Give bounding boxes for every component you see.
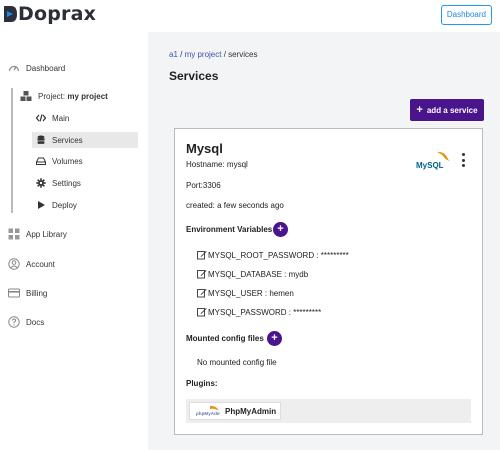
plugin-label: PhpMyAdmin xyxy=(225,406,277,416)
doprax-logo-mark xyxy=(4,4,17,24)
project-name: my project xyxy=(67,91,108,101)
more-options-icon[interactable] xyxy=(460,153,466,167)
sidebar-item-services[interactable]: Services xyxy=(32,132,138,148)
sidebar-item-main[interactable]: Main xyxy=(32,110,138,126)
service-created: created: a few seconds ago xyxy=(186,201,284,210)
plugin-phpmyadmin[interactable]: phpMyAdmin PhpMyAdmin xyxy=(189,402,281,420)
sidebar-item-docs[interactable]: Docs xyxy=(8,314,44,330)
sidebar-item-app-library[interactable]: App Library xyxy=(8,226,67,242)
project-prefix: Project: xyxy=(38,91,66,101)
phpmyadmin-logo-text: phpMyAdmin xyxy=(196,411,220,416)
grid-icon xyxy=(8,228,20,240)
env-var-item[interactable]: MYSQL_PASSWORD : ********* xyxy=(197,307,321,317)
env-var-item[interactable]: MYSQL_ROOT_PASSWORD : ********* xyxy=(197,250,349,260)
breadcrumb-link-project[interactable]: my project xyxy=(185,50,222,59)
mysql-logo-text: MySQL xyxy=(416,161,444,170)
help-circle-icon xyxy=(8,316,20,328)
service-name: Mysql xyxy=(186,141,223,156)
sidebar-item-volumes[interactable]: Volumes xyxy=(32,153,138,169)
sidebar-item-billing[interactable]: Billing xyxy=(8,285,47,301)
add-mounted-file-button[interactable]: + xyxy=(267,331,282,346)
edit-icon xyxy=(197,289,207,298)
brand-name: Doprax xyxy=(18,3,97,25)
sidebar-item-label: Dashboard xyxy=(26,63,66,73)
add-service-button[interactable]: + add a service xyxy=(410,99,484,121)
sidebar: Dashboard Project: my project Main Servi… xyxy=(0,32,148,450)
edit-icon xyxy=(197,270,207,279)
dashboard-button[interactable]: Dashboard xyxy=(440,5,492,25)
env-var-text: MYSQL_ROOT_PASSWORD : ********* xyxy=(208,250,349,260)
sidebar-item-label: Docs xyxy=(26,317,45,327)
user-circle-icon xyxy=(8,258,20,270)
env-var-text: MYSQL_DATABASE : mydb xyxy=(208,269,309,279)
breadcrumb-link-a1[interactable]: a1 xyxy=(169,50,178,59)
code-icon xyxy=(36,113,46,123)
gear-icon xyxy=(36,178,46,188)
mounted-files-title: Mounted config files xyxy=(186,334,264,343)
speedometer-icon xyxy=(8,62,20,74)
cubes-icon xyxy=(20,90,32,102)
service-port: Port:3306 xyxy=(186,181,221,190)
project-tree-line xyxy=(11,88,13,213)
edit-icon xyxy=(197,251,207,260)
env-var-text: MYSQL_PASSWORD : ********* xyxy=(208,307,322,317)
drive-icon xyxy=(36,156,46,166)
plugins-title: Plugins: xyxy=(186,379,218,388)
main-content: a1 / my project / services Services + ad… xyxy=(148,32,500,450)
no-mounted-file-text: No mounted config file xyxy=(197,358,277,367)
sidebar-item-label: App Library xyxy=(26,229,67,239)
sidebar-item-deploy[interactable]: Deploy xyxy=(32,197,138,213)
sidebar-item-settings[interactable]: Settings xyxy=(32,175,138,191)
edit-icon xyxy=(197,308,207,317)
mysql-logo: MySQL xyxy=(415,149,451,171)
play-icon xyxy=(36,200,46,210)
breadcrumb-current: services xyxy=(228,50,258,59)
add-env-var-button[interactable]: + xyxy=(273,222,288,237)
sidebar-item-label: Settings xyxy=(52,178,81,188)
env-vars-title: Environment Variables xyxy=(186,225,273,234)
env-var-item[interactable]: MYSQL_DATABASE : mydb xyxy=(197,269,308,279)
breadcrumb: a1 / my project / services xyxy=(169,50,258,59)
env-var-text: MYSQL_USER : hemen xyxy=(208,288,294,298)
sidebar-item-label: Deploy xyxy=(52,200,77,210)
sidebar-item-label: Volumes xyxy=(52,156,83,166)
sidebar-item-dashboard[interactable]: Dashboard xyxy=(8,60,65,76)
service-card: Mysql Hostname: mysql Port:3306 created:… xyxy=(174,128,483,435)
doprax-logo[interactable]: Doprax xyxy=(4,3,96,25)
service-hostname: Hostname: mysql xyxy=(186,160,248,169)
sidebar-project[interactable]: Project: my project xyxy=(20,88,108,104)
top-bar: Doprax Dashboard xyxy=(0,0,500,32)
sidebar-item-label: Main xyxy=(52,113,70,123)
plus-icon: + xyxy=(416,103,423,116)
add-service-label: add a service xyxy=(426,105,478,115)
credit-card-icon xyxy=(8,287,20,299)
sidebar-item-label: Services xyxy=(52,135,83,145)
sidebar-item-label: Account xyxy=(26,259,55,269)
env-var-item[interactable]: MYSQL_USER : hemen xyxy=(197,288,294,298)
database-icon xyxy=(36,135,46,145)
plugins-bar: phpMyAdmin PhpMyAdmin xyxy=(186,399,471,423)
phpmyadmin-logo: phpMyAdmin xyxy=(196,405,225,417)
page-title: Services xyxy=(169,69,219,83)
breadcrumb-separator: / xyxy=(177,50,185,59)
sidebar-item-label: Billing xyxy=(26,288,48,298)
sidebar-item-account[interactable]: Account xyxy=(8,256,55,272)
